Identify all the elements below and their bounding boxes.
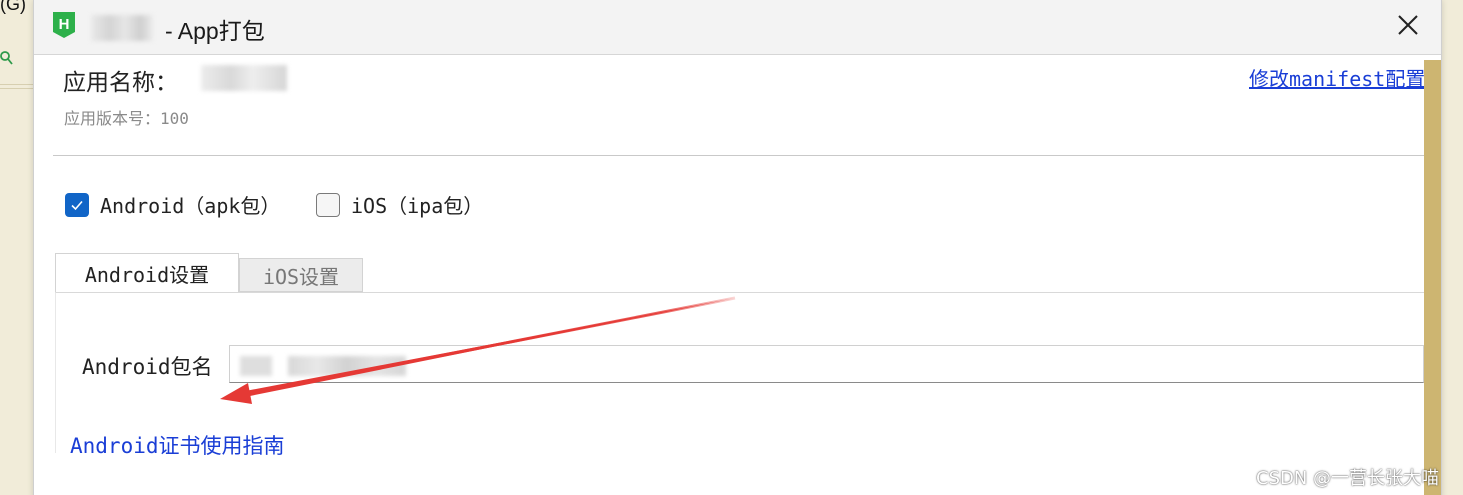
android-package-label: Android包名 [82, 355, 213, 379]
search-icon [0, 51, 13, 65]
app-version: 应用版本号：100 [64, 109, 189, 128]
tab-android-settings[interactable]: Android设置 [55, 253, 239, 292]
hbuilder-icon: H [53, 12, 75, 38]
svg-text:H: H [59, 16, 70, 33]
blurred-package-text [240, 356, 272, 376]
android-apk-checkbox[interactable]: Android（apk包） [65, 190, 280, 219]
blurred-app-name [201, 65, 287, 91]
background-editor-text: (G) [0, 0, 26, 14]
tab-ios-settings[interactable]: iOS设置 [239, 258, 363, 292]
ios-ipa-checkbox[interactable]: iOS（ipa包） [316, 190, 483, 219]
edit-manifest-link[interactable]: 修改manifest配置 [1249, 63, 1425, 92]
close-icon[interactable] [1393, 10, 1423, 40]
android-checkbox-label: Android（apk包） [100, 194, 281, 218]
checkbox-unchecked[interactable] [316, 192, 340, 217]
certificate-guide-link[interactable]: Android证书使用指南 [70, 430, 285, 460]
dialog-titlebar: H - App打包 [34, 0, 1441, 55]
background-divider [0, 88, 34, 89]
android-package-input[interactable] [229, 345, 1424, 383]
blurred-package-text [288, 356, 406, 376]
background-divider [0, 84, 34, 85]
dialog-title: - App打包 [165, 18, 265, 44]
checkmark-icon [71, 200, 83, 210]
section-divider [53, 155, 1424, 156]
blurred-project-name [91, 15, 153, 41]
ios-checkbox-label: iOS（ipa包） [351, 194, 484, 218]
checkbox-checked[interactable] [65, 192, 89, 217]
csdn-watermark: CSDN @一营长张大喵 [1256, 468, 1440, 489]
app-name-label: 应用名称： [63, 70, 178, 96]
vertical-scrollbar[interactable] [1424, 60, 1441, 495]
app-packaging-dialog: H - App打包 应用名称： 应用版本号：100 修改manifest配置 A… [33, 0, 1442, 495]
